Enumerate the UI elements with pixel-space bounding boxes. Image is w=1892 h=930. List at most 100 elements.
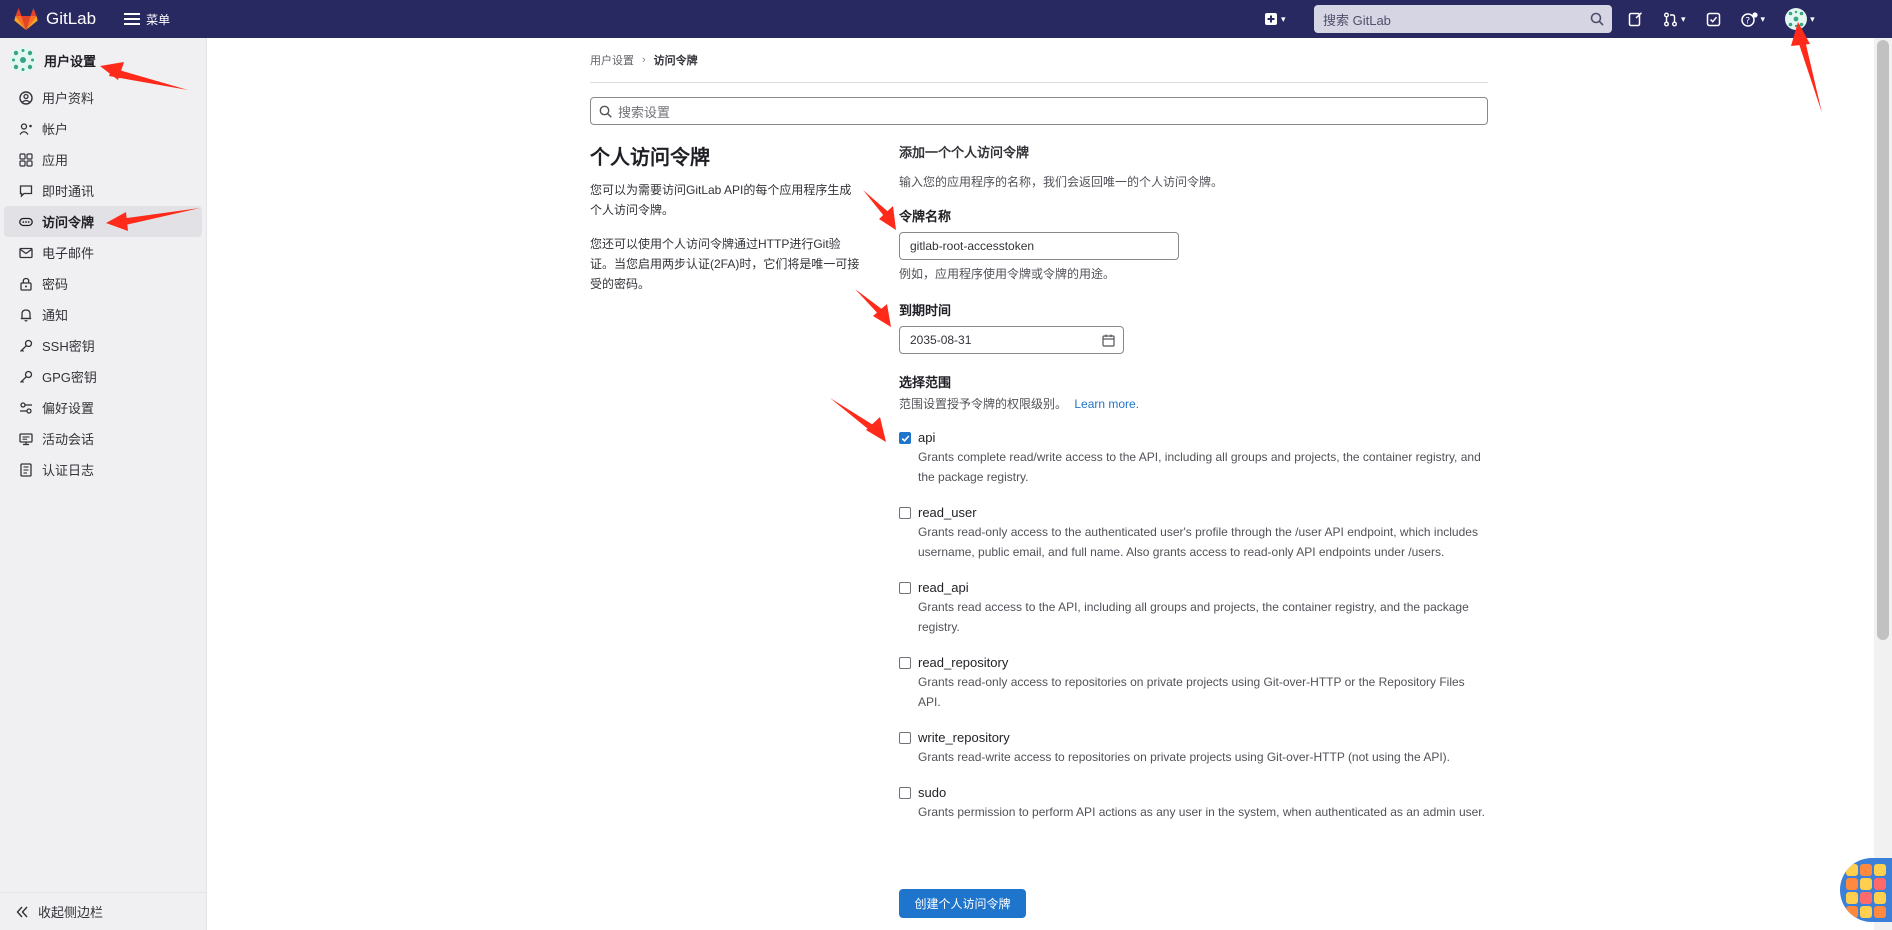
- sidebar-item-chat[interactable]: 即时通讯: [4, 175, 202, 206]
- search-placeholder: 搜索 GitLab: [1323, 12, 1391, 28]
- sidebar-item-ssh-keys[interactable]: SSH密钥: [4, 330, 202, 361]
- calendar-icon[interactable]: [1102, 334, 1115, 347]
- scope-read-user: read_user Grants read-only access to the…: [899, 505, 1489, 562]
- token-name-value: gitlab-root-accesstoken: [910, 239, 1035, 253]
- form-heading: 添加一个个人访问令牌: [899, 145, 1030, 160]
- log-icon: [18, 462, 34, 478]
- merge-request-icon: [1664, 12, 1677, 26]
- intro-paragraph-1: 您可以为需要访问GitLab API的每个应用程序生成个人访问令牌。: [590, 183, 852, 217]
- create-token-button[interactable]: 创建个人访问令牌: [899, 889, 1026, 918]
- issues-icon: [1628, 11, 1643, 26]
- sidebar-item-label: 通知: [42, 308, 69, 323]
- chevron-down-icon: ▾: [1810, 13, 1815, 24]
- scopes-label: 选择范围: [899, 375, 952, 390]
- sidebar-item-notifications[interactable]: 通知: [4, 299, 202, 330]
- collapse-sidebar-button[interactable]: 收起侧边栏: [0, 892, 206, 930]
- sidebar-item-active-sessions[interactable]: 活动会话: [4, 423, 202, 454]
- user-menu-dropdown[interactable]: ▾: [1785, 8, 1815, 30]
- sidebar-item-label: 用户资料: [42, 91, 95, 106]
- scope-description: Grants permission to perform API actions…: [918, 805, 1485, 819]
- learn-more-link[interactable]: Learn more.: [1074, 397, 1139, 411]
- chevron-down-icon: ▾: [1681, 13, 1686, 24]
- scopes-help: 范围设置授予令牌的权限级别。: [899, 397, 1068, 411]
- page-scrollbar[interactable]: [1874, 38, 1892, 930]
- double-chevron-left-icon: [16, 906, 28, 917]
- page-title: 个人访问令牌: [590, 147, 710, 169]
- sidebar-item-applications[interactable]: 应用: [4, 144, 202, 175]
- settings-search-placeholder: 搜索设置: [618, 104, 671, 120]
- breadcrumb-current[interactable]: 访问令牌: [654, 52, 698, 68]
- expires-date-input[interactable]: 2035-08-31: [899, 326, 1124, 354]
- sidebar-title: 用户设置: [44, 53, 97, 69]
- settings-search-input[interactable]: 搜索设置: [590, 97, 1488, 125]
- sidebar-item-label: 即时通讯: [42, 184, 95, 199]
- menu-label: 菜单: [146, 12, 171, 27]
- brand-name: GitLab: [46, 9, 97, 28]
- token-form-fields: 添加一个个人访问令牌 输入您的应用程序的名称，我们会返回唯一的个人访问令牌。 令…: [899, 142, 1489, 822]
- monitor-icon: [18, 431, 34, 447]
- collapse-sidebar-label: 收起侧边栏: [38, 905, 104, 920]
- sidebar-item-password[interactable]: 密码: [4, 268, 202, 299]
- hamburger-icon: [124, 13, 141, 25]
- scope-sudo: sudo Grants permission to perform API ac…: [899, 785, 1489, 822]
- check-icon: [901, 434, 909, 442]
- scope-checkbox[interactable]: [899, 507, 911, 519]
- nav-create-group: ▾: [1264, 0, 1306, 38]
- todo-icon: [1706, 12, 1720, 26]
- main-menu-button[interactable]: 菜单: [124, 11, 170, 28]
- merge-requests-dropdown[interactable]: ▾: [1663, 12, 1686, 27]
- sidebar-item-profile[interactable]: 用户资料: [4, 82, 202, 113]
- sidebar-item-access-tokens[interactable]: 访问令牌: [4, 206, 202, 237]
- scope-checkbox[interactable]: [899, 787, 911, 799]
- todos-button[interactable]: [1706, 12, 1721, 27]
- sidebar-item-gpg-keys[interactable]: GPG密钥: [4, 361, 202, 392]
- sidebar-item-label: 认证日志: [42, 463, 95, 478]
- sidebar-item-label: GPG密钥: [42, 370, 97, 385]
- scope-description: Grants read-write access to repositories…: [918, 750, 1450, 764]
- sidebar-item-label: 密码: [42, 277, 69, 292]
- scrollbar-thumb[interactable]: [1877, 40, 1889, 640]
- help-dropdown[interactable]: ? ▾: [1740, 11, 1765, 27]
- sidebar-item-emails[interactable]: 电子邮件: [4, 237, 202, 268]
- sidebar-item-auth-log[interactable]: 认证日志: [4, 454, 202, 485]
- help-icon: ?: [1740, 11, 1758, 27]
- scope-name: sudo: [918, 785, 947, 800]
- profile-icon: [18, 90, 34, 106]
- emoji-grid-icon: [1846, 864, 1886, 918]
- settings-sidebar: 用户设置 用户资料 帐户 应用 即时通讯 访问令牌 电子邮件 密码 通知 SSH…: [0, 38, 207, 930]
- sidebar-item-preferences[interactable]: 偏好设置: [4, 392, 202, 423]
- scope-checkbox[interactable]: [899, 657, 911, 669]
- create-new-dropdown[interactable]: ▾: [1264, 12, 1286, 26]
- scope-read-api: read_api Grants read access to the API, …: [899, 580, 1489, 637]
- avatar: [1785, 8, 1808, 30]
- sidebar-item-label: 电子邮件: [42, 246, 95, 261]
- scope-api: api Grants complete read/write access to…: [899, 430, 1489, 487]
- sidebar-context-header[interactable]: 用户设置: [0, 38, 206, 82]
- scope-description: Grants read access to the API, including…: [918, 600, 1469, 634]
- sidebar-item-account[interactable]: 帐户: [4, 113, 202, 144]
- breadcrumb-separator: ›: [642, 54, 646, 66]
- token-name-label: 令牌名称: [899, 209, 952, 224]
- token-name-input[interactable]: gitlab-root-accesstoken: [899, 232, 1179, 260]
- scope-name: read_api: [918, 580, 969, 595]
- scopes-help-row: 范围设置授予令牌的权限级别。 Learn more.: [899, 395, 1489, 412]
- notification-icon: [18, 307, 34, 323]
- scope-checkbox[interactable]: [899, 432, 911, 444]
- account-icon: [18, 121, 34, 137]
- intro-paragraph-2: 您还可以使用个人访问令牌通过HTTP进行Git验证。当您启用两步认证(2FA)时…: [590, 237, 860, 291]
- sidebar-item-label: 偏好设置: [42, 401, 95, 416]
- expires-label: 到期时间: [899, 303, 952, 318]
- mail-icon: [18, 245, 34, 261]
- intro-column: 个人访问令牌 您可以为需要访问GitLab API的每个应用程序生成个人访问令牌…: [590, 139, 862, 308]
- user-avatar-icon: [10, 47, 36, 73]
- issues-button[interactable]: [1628, 11, 1643, 27]
- scope-checkbox[interactable]: [899, 582, 911, 594]
- nav-actions: ▾ ? ▾ ▾: [1628, 0, 1835, 38]
- scope-checkbox[interactable]: [899, 732, 911, 744]
- floating-assistant-widget[interactable]: [1840, 858, 1892, 922]
- chevron-down-icon: ▾: [1281, 13, 1286, 24]
- preferences-icon: [18, 400, 34, 416]
- global-search-input[interactable]: 搜索 GitLab: [1314, 5, 1612, 33]
- gitlab-home-link[interactable]: GitLab: [14, 8, 96, 30]
- breadcrumb-parent-link[interactable]: 用户设置: [590, 52, 634, 68]
